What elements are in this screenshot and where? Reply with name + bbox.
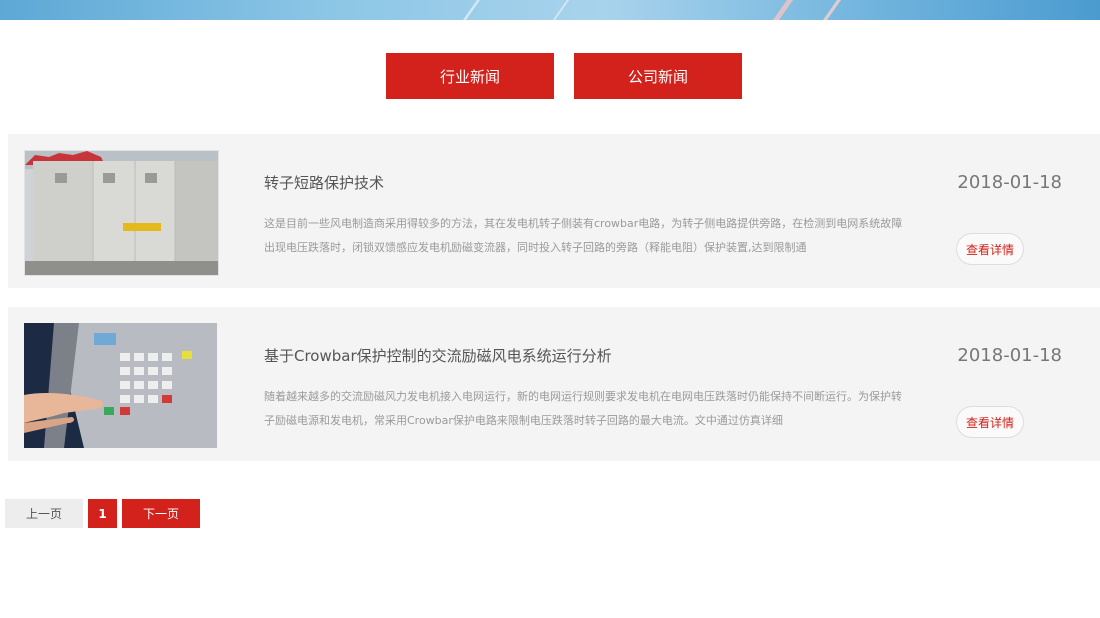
news-category-tabs: 行业新闻 公司新闻 (386, 53, 742, 99)
view-details-button[interactable]: 查看详情 (956, 406, 1024, 438)
page-number-current[interactable]: 1 (88, 499, 117, 528)
article-title[interactable]: 转子短路保护技术 (264, 172, 384, 193)
prev-page-button[interactable]: 上一页 (5, 499, 83, 528)
article-title[interactable]: 基于Crowbar保护控制的交流励磁风电系统运行分析 (264, 345, 612, 366)
article-thumbnail[interactable] (24, 323, 217, 448)
tab-company-news[interactable]: 公司新闻 (574, 53, 742, 99)
article-thumbnail[interactable] (24, 150, 219, 276)
top-banner (0, 0, 1100, 20)
article-excerpt: 这是目前一些风电制造商采用得较多的方法，其在发电机转子侧装有crowbar电路，… (264, 217, 903, 254)
article-date: 2018-01-18 (957, 345, 1062, 366)
news-card: 基于Crowbar保护控制的交流励磁风电系统运行分析 随着越来越多的交流励磁风力… (8, 307, 1100, 461)
view-details-button[interactable]: 查看详情 (956, 233, 1024, 265)
news-card: 转子短路保护技术 这是目前一些风电制造商采用得较多的方法，其在发电机转子侧装有c… (8, 134, 1100, 288)
next-page-button[interactable]: 下一页 (122, 499, 200, 528)
article-excerpt: 随着越来越多的交流励磁风力发电机接入电网运行，新的电网运行规则要求发电机在电网电… (264, 390, 902, 427)
article-date: 2018-01-18 (957, 172, 1062, 193)
tab-industry-news[interactable]: 行业新闻 (386, 53, 554, 99)
